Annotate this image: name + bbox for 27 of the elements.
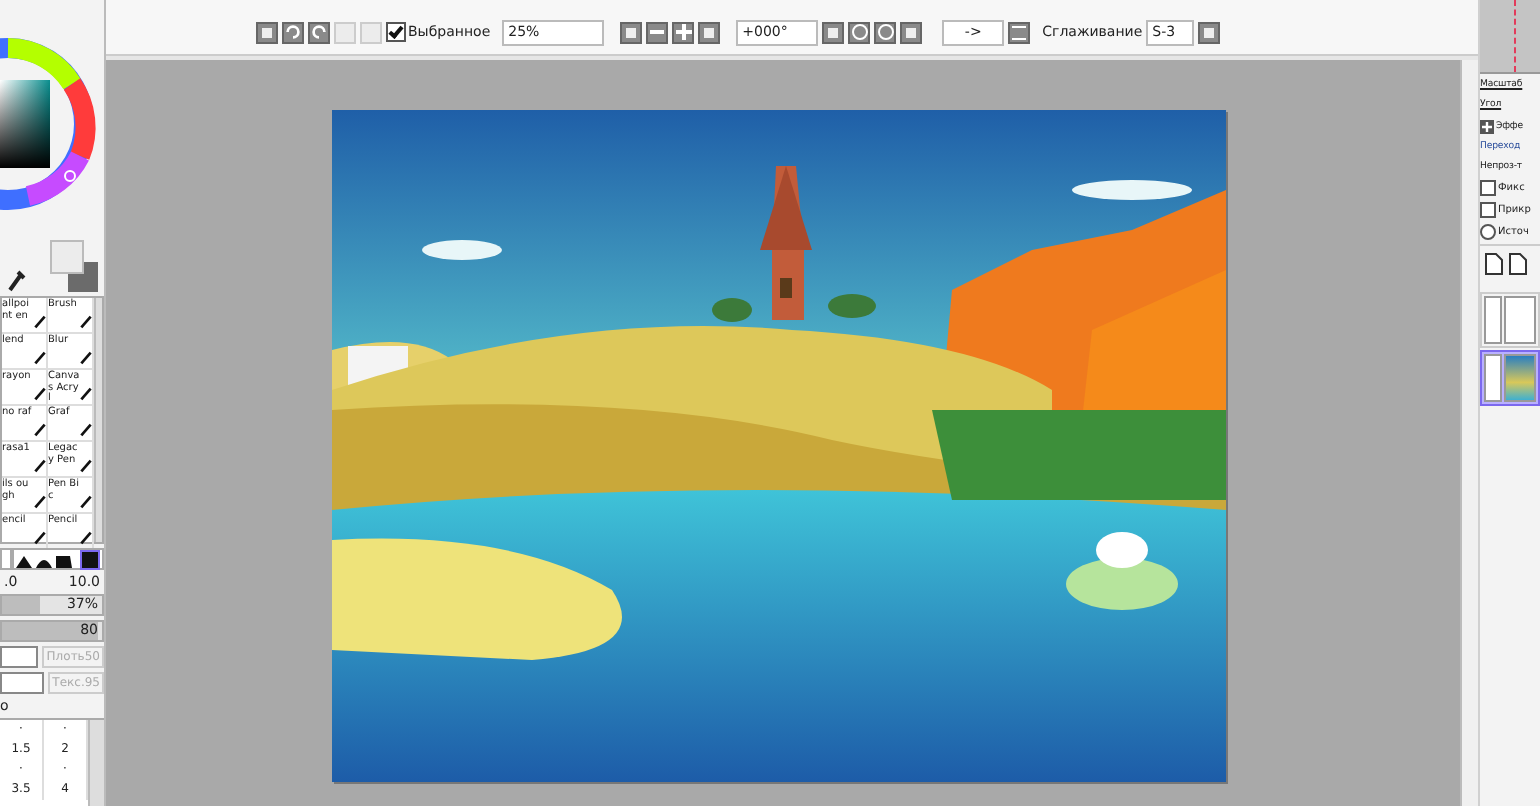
undo-button[interactable] <box>282 21 304 43</box>
reset-rotation-button[interactable] <box>900 21 923 43</box>
dropdown[interactable] <box>0 672 45 694</box>
dropdown-button[interactable] <box>822 21 845 43</box>
new-layer-icon[interactable] <box>1484 252 1504 276</box>
expand-icon[interactable] <box>1480 119 1494 133</box>
rotate-right-button[interactable] <box>874 21 897 43</box>
flip-button[interactable] <box>1008 21 1031 43</box>
reset-zoom-button[interactable] <box>698 21 721 43</box>
eyedropper-icon[interactable] <box>6 268 26 292</box>
new-folder-icon[interactable] <box>1508 252 1528 276</box>
zoom-in-button[interactable] <box>672 21 695 43</box>
scrollbar[interactable] <box>1460 60 1478 806</box>
zoom-out-button[interactable] <box>646 21 669 43</box>
layer-row[interactable] <box>1480 292 1540 348</box>
scrollbar[interactable] <box>94 298 102 542</box>
layer-row[interactable] <box>1480 350 1540 406</box>
scrollbar[interactable] <box>88 720 104 806</box>
rotate-left-button[interactable] <box>848 21 871 43</box>
dropdown-button[interactable] <box>1198 21 1221 43</box>
dropdown-button[interactable] <box>620 21 643 43</box>
dropdown[interactable] <box>0 646 39 668</box>
redo-button[interactable] <box>308 21 330 43</box>
brush-shape-selector[interactable] <box>12 548 104 570</box>
field[interactable] <box>0 548 12 570</box>
deselect-button[interactable] <box>256 21 278 43</box>
color-swatches[interactable] <box>50 240 98 292</box>
